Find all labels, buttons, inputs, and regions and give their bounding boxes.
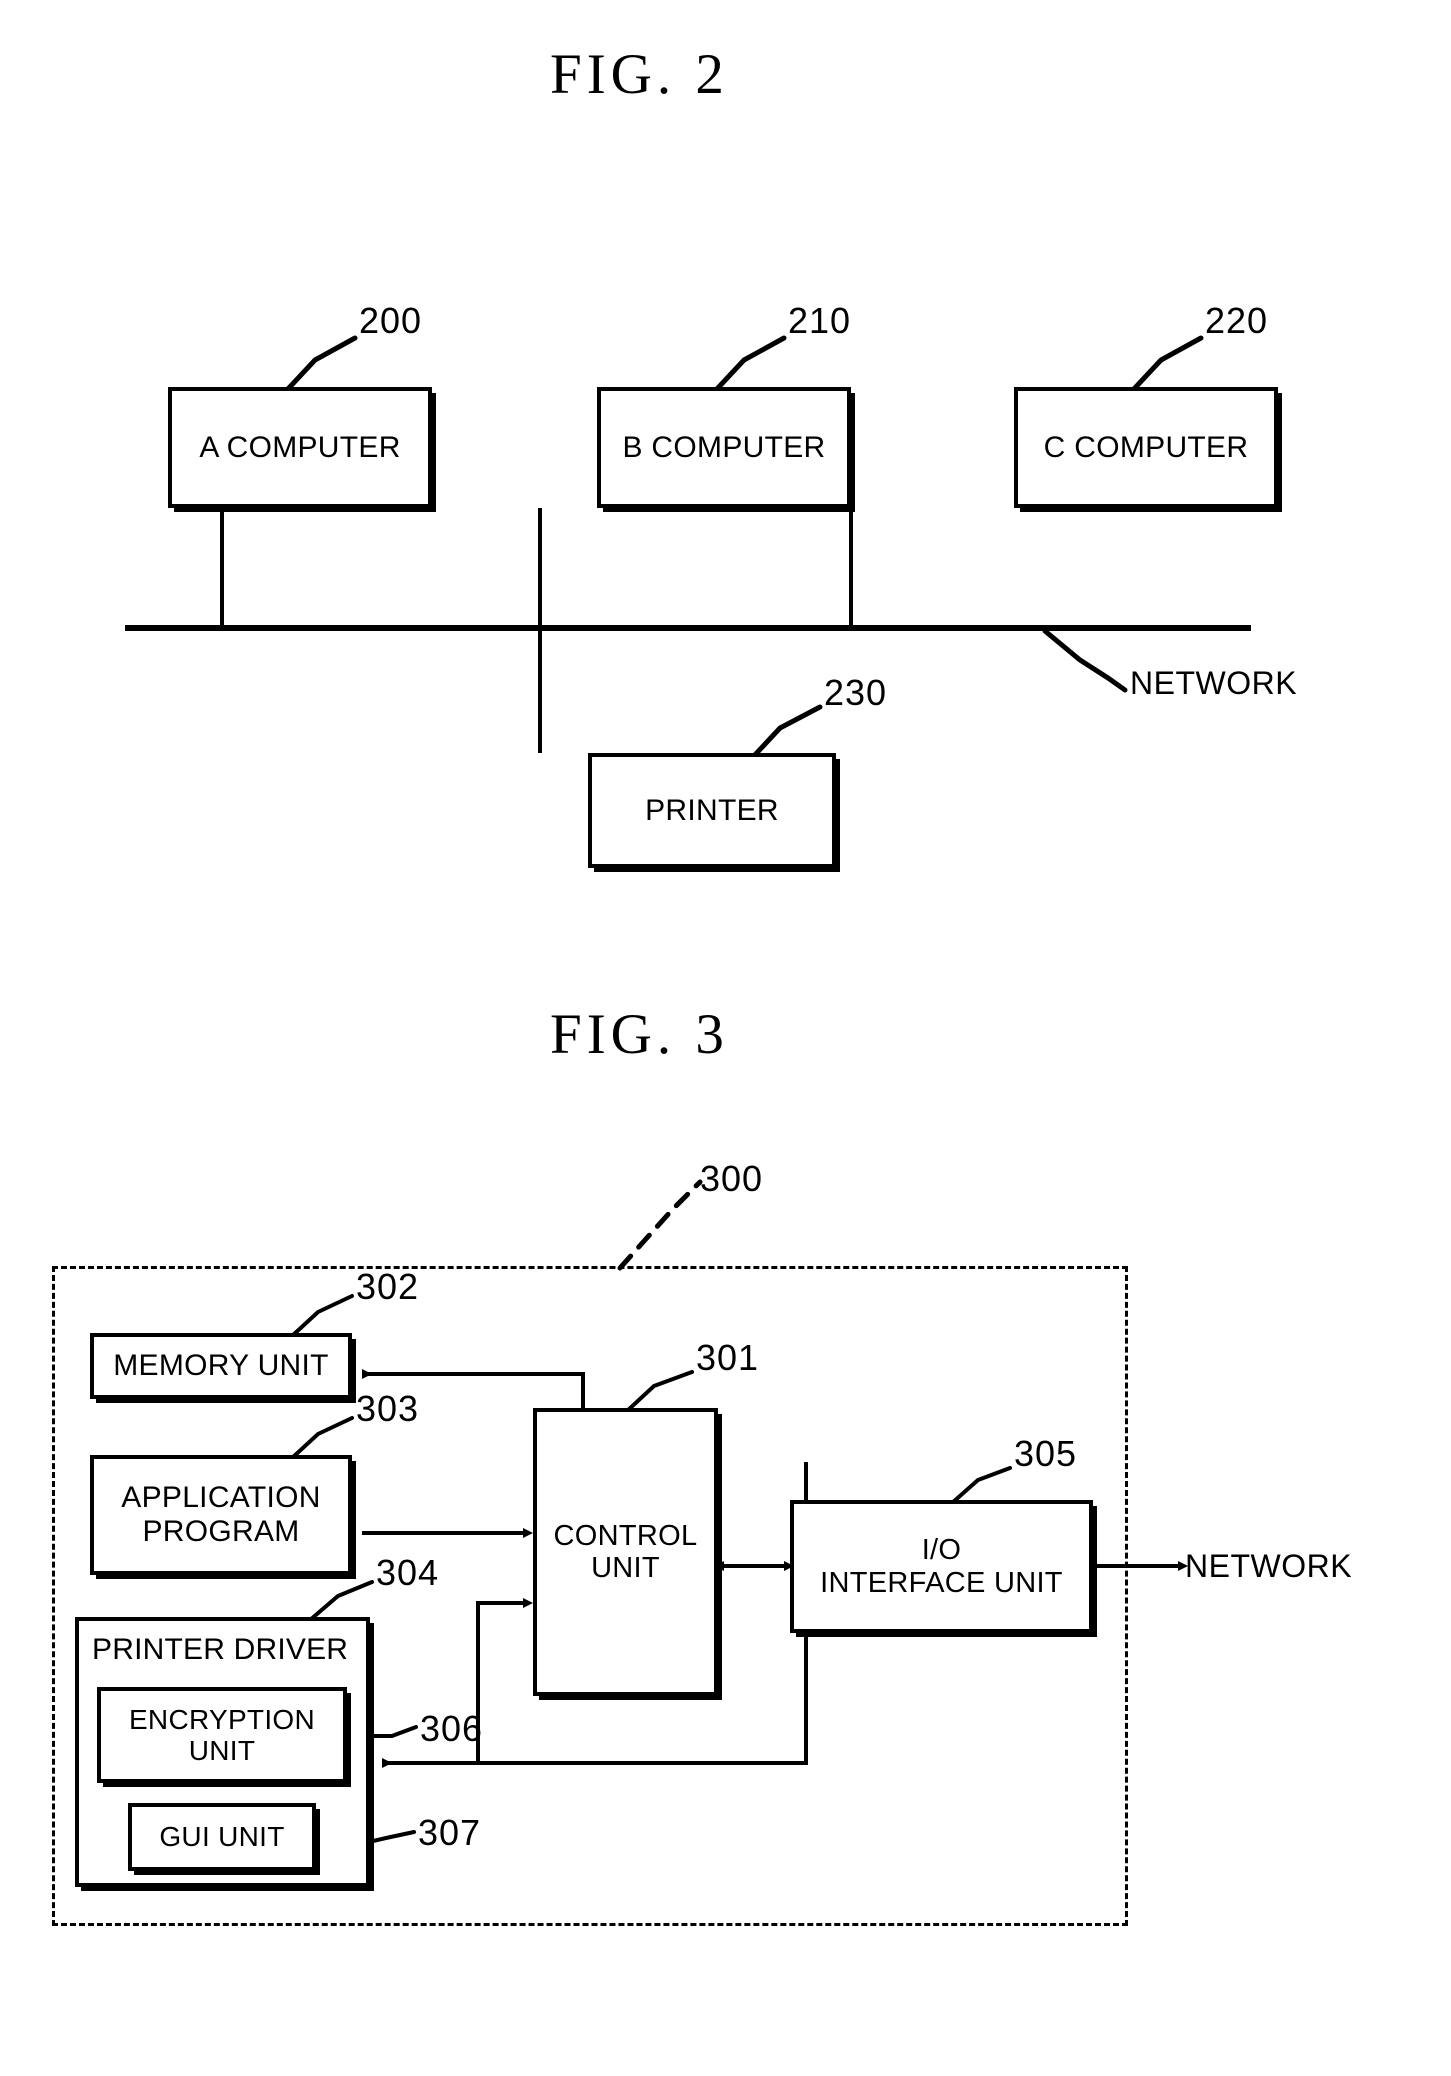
figure-3-title: FIG. 3 — [550, 1003, 729, 1066]
network-external-label: NETWORK — [1185, 1548, 1353, 1584]
ref-300: 300 — [700, 1158, 764, 1199]
node-c-computer[interactable]: C COMPUTER — [1014, 387, 1278, 508]
ref-306: 306 — [420, 1708, 484, 1749]
node-application-program-label-line2: PROGRAM — [142, 1515, 300, 1548]
node-control-unit-label-line2: UNIT — [591, 1552, 660, 1584]
ref-301: 301 — [696, 1337, 760, 1378]
node-control-unit-label-line1: CONTROL — [553, 1519, 698, 1552]
ref-307: 307 — [418, 1812, 482, 1853]
ref-302: 302 — [356, 1266, 420, 1307]
node-encryption-unit[interactable]: ENCRYPTION UNIT — [97, 1687, 347, 1783]
node-printer[interactable]: PRINTER — [588, 753, 836, 868]
ref-303: 303 — [356, 1388, 420, 1429]
node-printer-driver-label: PRINTER DRIVER — [92, 1633, 349, 1666]
node-a-computer-label: A COMPUTER — [199, 430, 401, 464]
node-gui-unit-label: GUI UNIT — [159, 1821, 285, 1853]
node-io-interface-unit-label-line2: INTERFACE UNIT — [820, 1566, 1063, 1599]
ref-304: 304 — [376, 1552, 440, 1593]
node-io-interface-unit[interactable]: I/O INTERFACE UNIT — [790, 1500, 1093, 1633]
node-io-interface-unit-label-line1: I/O — [921, 1534, 962, 1567]
node-b-computer-label: B COMPUTER — [622, 430, 826, 464]
node-control-unit[interactable]: CONTROL UNIT — [533, 1408, 718, 1696]
node-memory-unit-label: MEMORY UNIT — [113, 1349, 329, 1383]
ref-200: 200 — [359, 300, 423, 341]
node-encryption-unit-label-line2: UNIT — [188, 1735, 256, 1766]
ref-220: 220 — [1205, 300, 1269, 341]
ref-210: 210 — [788, 300, 852, 341]
ref-230: 230 — [824, 672, 888, 713]
node-encryption-unit-label-line1: ENCRYPTION — [128, 1703, 316, 1735]
node-b-computer[interactable]: B COMPUTER — [597, 387, 851, 508]
node-printer-label: PRINTER — [645, 793, 779, 827]
node-application-program[interactable]: APPLICATION PROGRAM — [90, 1455, 352, 1575]
network-bus-label: NETWORK — [1130, 665, 1298, 701]
node-a-computer[interactable]: A COMPUTER — [168, 387, 432, 508]
node-application-program-label-line1: APPLICATION — [121, 1481, 321, 1515]
node-memory-unit[interactable]: MEMORY UNIT — [90, 1333, 352, 1399]
ref-305: 305 — [1014, 1433, 1078, 1474]
node-c-computer-label: C COMPUTER — [1043, 430, 1249, 464]
figure-2-title: FIG. 2 — [550, 43, 729, 106]
node-gui-unit[interactable]: GUI UNIT — [128, 1803, 316, 1871]
